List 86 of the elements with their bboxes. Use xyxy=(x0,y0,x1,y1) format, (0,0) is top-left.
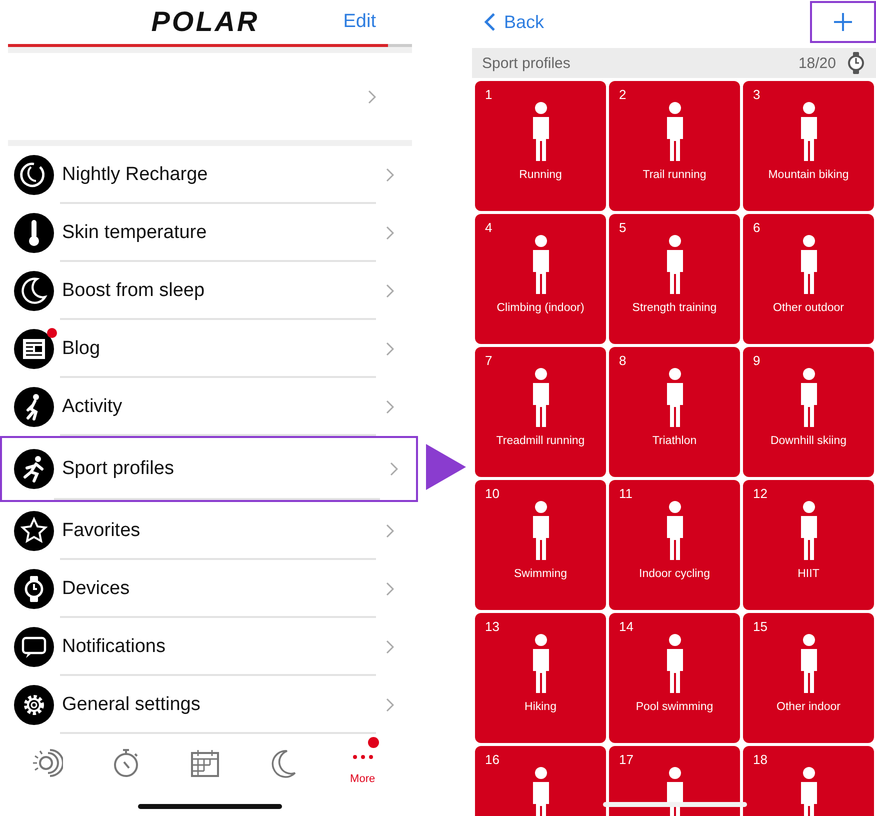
sport-profile-tile[interactable]: 16 xyxy=(475,746,606,816)
profile-name: Swimming xyxy=(514,568,568,580)
profile-name: Indoor cycling xyxy=(639,568,710,580)
profile-name: Trail running xyxy=(642,169,706,181)
profile-number: 6 xyxy=(753,220,760,235)
profile-number: 1 xyxy=(485,87,492,102)
plus-icon xyxy=(833,12,853,32)
menu-item[interactable]: Sport profiles xyxy=(0,436,418,502)
tab-bar-item[interactable]: More xyxy=(332,741,393,785)
profile-name: Hiking xyxy=(524,701,556,713)
profile-name: Strength training xyxy=(632,302,717,314)
chevron-icon xyxy=(386,640,394,654)
sport-profile-tile[interactable]: 8 Triathlon xyxy=(609,347,740,477)
watch-icon xyxy=(848,52,864,74)
sport-profile-tile[interactable]: 4 Climbing (indoor) xyxy=(475,214,606,344)
profile-name: Triathlon xyxy=(652,435,697,447)
profile-name: Other outdoor xyxy=(773,302,844,314)
thermometer-icon xyxy=(14,213,54,253)
activity-icon xyxy=(31,747,64,779)
chevron-left-icon xyxy=(484,12,496,32)
watch-icon xyxy=(14,569,54,609)
edit-link[interactable]: Edit xyxy=(343,11,376,33)
profile-name: Climbing (indoor) xyxy=(496,302,584,314)
profile-number: 18 xyxy=(753,752,768,767)
polar-logo: POLAR xyxy=(151,6,260,38)
profile-name: Pool swimming xyxy=(636,701,714,713)
profile-number: 15 xyxy=(753,619,768,634)
profile-number: 12 xyxy=(753,486,768,501)
profile-number: 13 xyxy=(485,619,500,634)
profile-number: 14 xyxy=(619,619,634,634)
profile-number: 9 xyxy=(753,353,760,368)
sport-profile-tile[interactable]: 12 HIIT xyxy=(743,480,874,610)
sport-profile-tile[interactable]: 6 Other outdoor xyxy=(743,214,874,344)
chevron-icon xyxy=(368,90,376,104)
sport-profile-tile[interactable]: 7 Treadmill running xyxy=(475,347,606,477)
sport-profile-tile[interactable]: 17 xyxy=(609,746,740,816)
calendar-icon xyxy=(188,747,221,779)
message-icon xyxy=(14,627,54,667)
moon-icon xyxy=(14,271,54,311)
chevron-icon xyxy=(386,524,394,538)
more-icon xyxy=(352,755,373,759)
profile-number: 10 xyxy=(485,486,500,501)
chevron-icon xyxy=(386,284,394,298)
profile-name: Running xyxy=(519,169,562,181)
add-button[interactable] xyxy=(810,1,876,43)
chevron-icon xyxy=(386,168,394,182)
chevron-icon xyxy=(386,226,394,240)
back-button[interactable]: Back xyxy=(472,12,544,32)
profile-number: 5 xyxy=(619,220,626,235)
sport-profile-tile[interactable]: 9 Downhill skiing xyxy=(743,347,874,477)
recharge-icon xyxy=(14,155,54,195)
profile-number: 2 xyxy=(619,87,626,102)
chevron-icon xyxy=(390,462,398,476)
sport-profile-tile[interactable]: 14 Pool swimming xyxy=(609,613,740,743)
sport-profile-tile[interactable]: 10 Swimming xyxy=(475,480,606,610)
profile-name: HIIT xyxy=(798,568,820,580)
sport-profile-tile[interactable]: 1 Running xyxy=(475,81,606,211)
profile-name: Treadmill running xyxy=(496,435,585,447)
profile-number: 8 xyxy=(619,353,626,368)
sport-profile-tile[interactable]: 5 Strength training xyxy=(609,214,740,344)
sport-profile-tile[interactable]: 3 Mountain biking xyxy=(743,81,874,211)
sport-profile-tile[interactable]: 11 Indoor cycling xyxy=(609,480,740,610)
newspaper-icon xyxy=(14,329,54,369)
gear-icon xyxy=(14,685,54,725)
profile-number: 11 xyxy=(619,486,632,501)
chevron-icon xyxy=(386,342,394,356)
walking-person-icon xyxy=(14,387,54,427)
profile-name: Mountain biking xyxy=(768,169,849,181)
profile-count: 18/20 xyxy=(798,54,836,72)
profile-number: 4 xyxy=(485,220,492,235)
sport-profile-tile[interactable]: 13 Hiking xyxy=(475,613,606,743)
profile-number: 17 xyxy=(619,752,634,767)
chevron-icon xyxy=(386,582,394,596)
section-title: Sport profiles xyxy=(482,54,572,72)
chevron-icon xyxy=(386,698,394,712)
sport-profile-tile[interactable]: 15 Other indoor xyxy=(743,613,874,743)
sport-profile-tile[interactable]: 18 xyxy=(743,746,874,816)
pointer-arrow-icon xyxy=(424,442,468,492)
running-person-icon xyxy=(14,449,54,489)
sport-profile-tile[interactable]: 2 Trail running xyxy=(609,81,740,211)
profile-number: 16 xyxy=(485,752,500,767)
profile-number: 3 xyxy=(753,87,760,102)
profile-name: Other indoor xyxy=(776,701,840,713)
profile-number: 7 xyxy=(485,353,492,368)
chevron-icon xyxy=(386,400,394,414)
profile-name: Downhill skiing xyxy=(770,435,847,447)
